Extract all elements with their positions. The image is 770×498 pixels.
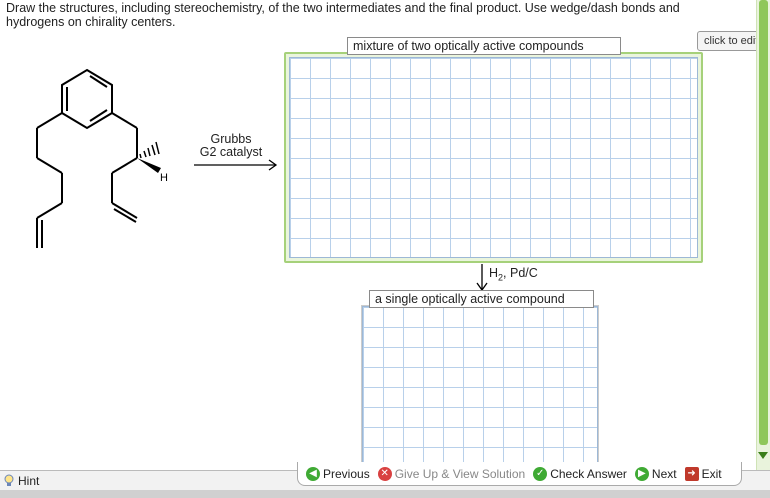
previous-label: Previous — [323, 466, 370, 481]
hydrogen-label: H — [160, 172, 168, 184]
reaction-arrow-right — [194, 159, 278, 171]
hint-button[interactable]: Hint — [3, 474, 39, 488]
lightbulb-icon — [4, 474, 14, 486]
intermediates-panel-label: mixture of two optically active compound… — [347, 37, 621, 55]
scrollbar-thumb[interactable] — [759, 0, 768, 445]
footer-bottom-strip — [0, 490, 770, 498]
step1-reagent: Grubbs G2 catalyst — [193, 133, 269, 159]
exit-door-icon: ➜ — [684, 466, 699, 481]
final-product-drawing-panel[interactable] — [361, 305, 599, 465]
step2-reagent: H2, Pd/C — [489, 266, 538, 283]
reagent-catalyst: , Pd/C — [503, 266, 538, 280]
starting-material-structure: H — [36, 68, 168, 248]
reagent-h: H — [489, 266, 499, 280]
hint-label: Hint — [18, 474, 40, 488]
question-instructions: Draw the structures, including stereoche… — [6, 1, 680, 29]
drawing-grid[interactable] — [362, 306, 598, 464]
vertical-scrollbar[interactable] — [756, 0, 770, 470]
drawing-grid[interactable] — [289, 57, 698, 258]
navigation-bar: ◀ Previous ✕ Give Up & View Solution ✓ C… — [297, 462, 742, 486]
next-button[interactable]: ▶ Next — [634, 466, 677, 481]
check-answer-label: Check Answer — [550, 466, 627, 481]
check-answer-button[interactable]: ✓ Check Answer — [533, 466, 627, 481]
check-icon: ✓ — [533, 466, 548, 481]
exit-button[interactable]: ➜ Exit — [684, 466, 722, 481]
exit-label: Exit — [701, 466, 722, 481]
next-label: Next — [651, 466, 677, 481]
final-product-panel-label: a single optically active compound — [369, 290, 594, 308]
previous-button[interactable]: ◀ Previous — [306, 466, 370, 481]
previous-arrow-icon: ◀ — [306, 466, 320, 481]
next-arrow-icon: ▶ — [634, 466, 649, 481]
intermediates-drawing-panel[interactable] — [284, 52, 703, 263]
give-up-label: Give Up & View Solution — [394, 466, 526, 481]
reaction-arrow-down — [476, 264, 488, 292]
give-up-button[interactable]: ✕ Give Up & View Solution — [377, 466, 526, 481]
scroll-down-arrow-icon[interactable] — [758, 452, 768, 459]
give-up-x-icon: ✕ — [377, 466, 392, 481]
